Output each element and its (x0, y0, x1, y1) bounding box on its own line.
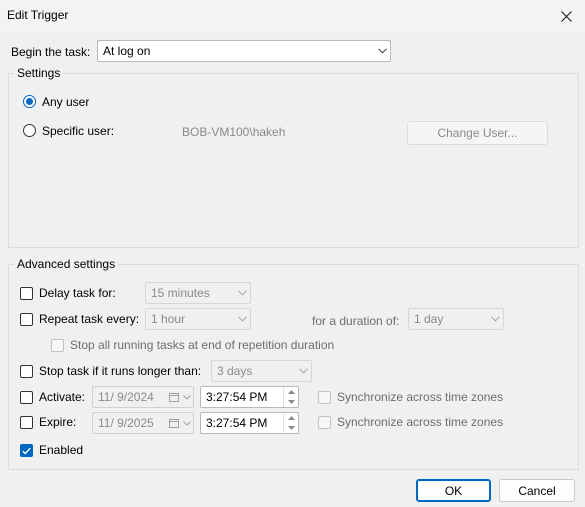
close-button[interactable] (548, 2, 584, 30)
user-name-text: BOB-VM100\hakeh (182, 125, 286, 139)
delay-task-select[interactable]: 15 minutes (145, 282, 251, 304)
activate-date-value: 11/ 9/2024 (98, 390, 154, 404)
activate-checkbox[interactable] (20, 391, 33, 404)
specific-user-radio[interactable] (23, 124, 36, 137)
duration-label: for a duration of: (312, 314, 400, 328)
stop-task-select[interactable]: 3 days (211, 360, 312, 382)
repeat-task-label: Repeat task every: (39, 312, 140, 326)
any-user-radio[interactable] (23, 95, 36, 108)
checkmark-icon (22, 447, 31, 454)
specific-user-label: Specific user: (42, 124, 115, 138)
activate-time-spinner[interactable] (283, 387, 298, 407)
spin-down-icon[interactable] (284, 397, 298, 407)
any-user-label: Any user (42, 95, 90, 109)
duration-select[interactable]: 1 day (408, 308, 504, 330)
window-title: Edit Trigger (7, 8, 69, 22)
activate-sync-label: Synchronize across time zones (337, 390, 504, 404)
chevron-down-icon (181, 387, 193, 407)
repeat-task-select[interactable]: 1 hour (145, 308, 251, 330)
duration-value: 1 day (414, 312, 444, 326)
stop-task-label: Stop task if it runs longer than: (39, 364, 202, 378)
expire-time-value: 3:27:54 PM (206, 416, 268, 430)
ok-button[interactable]: OK (416, 479, 491, 502)
expire-label: Expire: (39, 415, 77, 429)
calendar-icon (167, 413, 181, 433)
repeat-task-checkbox[interactable] (20, 313, 33, 326)
expire-checkbox[interactable] (20, 416, 33, 429)
activate-time-value: 3:27:54 PM (206, 390, 268, 404)
enabled-label: Enabled (39, 443, 84, 457)
begin-task-label: Begin the task: (11, 45, 91, 59)
stop-all-running-checkbox[interactable] (51, 339, 64, 352)
close-icon (560, 10, 572, 22)
chevron-down-icon (487, 309, 503, 329)
expire-time-spinner[interactable] (283, 413, 298, 433)
enabled-checkbox[interactable] (20, 444, 33, 457)
chevron-down-icon (295, 361, 311, 381)
stop-all-running-label: Stop all running tasks at end of repetit… (70, 338, 335, 352)
stop-task-checkbox[interactable] (20, 365, 33, 378)
delay-task-checkbox[interactable] (20, 287, 33, 300)
chevron-down-icon (374, 41, 390, 61)
delay-task-value: 15 minutes (151, 286, 210, 300)
chevron-down-icon (181, 413, 193, 433)
settings-group (8, 73, 579, 248)
spin-up-icon[interactable] (284, 413, 298, 423)
settings-legend: Settings (14, 66, 64, 80)
spin-down-icon[interactable] (284, 423, 298, 433)
expire-time-picker[interactable]: 3:27:54 PM (200, 412, 299, 434)
expire-sync-label: Synchronize across time zones (337, 415, 504, 429)
stop-task-value: 3 days (217, 364, 253, 378)
chevron-down-icon (234, 283, 250, 303)
repeat-task-value: 1 hour (151, 312, 186, 326)
activate-sync-checkbox[interactable] (318, 391, 331, 404)
activate-label: Activate: (39, 390, 86, 404)
change-user-button[interactable]: Change User... (407, 121, 548, 145)
advanced-settings-legend: Advanced settings (14, 257, 119, 271)
cancel-button[interactable]: Cancel (499, 479, 575, 502)
calendar-icon (167, 387, 181, 407)
begin-task-value: At log on (103, 44, 151, 58)
activate-time-picker[interactable]: 3:27:54 PM (200, 386, 299, 408)
spin-up-icon[interactable] (284, 387, 298, 397)
expire-date-value: 11/ 9/2025 (98, 416, 154, 430)
expire-sync-checkbox[interactable] (318, 416, 331, 429)
chevron-down-icon (234, 309, 250, 329)
begin-task-select[interactable]: At log on (97, 40, 391, 62)
activate-date-picker[interactable]: 11/ 9/2024 (92, 386, 194, 408)
title-bar (0, 0, 585, 32)
expire-date-picker[interactable]: 11/ 9/2025 (92, 412, 194, 434)
delay-task-label: Delay task for: (39, 286, 116, 300)
